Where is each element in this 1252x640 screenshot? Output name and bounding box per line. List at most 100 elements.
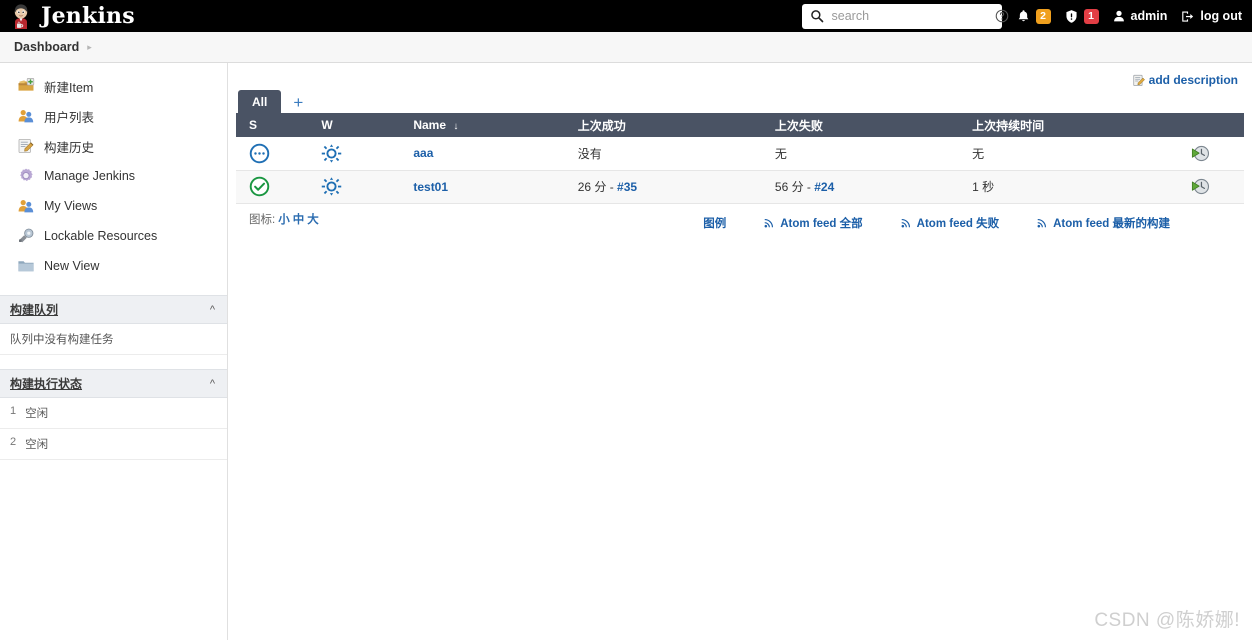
brand-title: Jenkins	[41, 3, 135, 29]
sidebar-item-lockable-resources[interactable]: Lockable Resources	[0, 221, 227, 251]
column-header-name-label: Name	[413, 118, 447, 132]
rss-icon	[901, 217, 912, 228]
column-header-last-success[interactable]: 上次成功	[564, 113, 762, 137]
sidebar-item-new-item[interactable]: 新建Item	[0, 71, 227, 101]
view-tabs: All +	[236, 89, 1244, 113]
column-header-name[interactable]: Name ↓	[400, 113, 565, 137]
executor-row[interactable]: 2 空闲	[0, 429, 227, 460]
help-circle-icon[interactable]	[995, 9, 1009, 23]
sidebar-item-label: New View	[44, 259, 100, 273]
search-box[interactable]	[801, 3, 1008, 29]
chevron-up-icon[interactable]: ^	[210, 378, 215, 390]
add-view-tab-button[interactable]: +	[281, 93, 313, 113]
icon-size-label: 图标:	[249, 213, 276, 226]
atom-feed-failed-link[interactable]: Atom feed 失败	[901, 215, 999, 231]
table-header-row: S W Name ↓ 上次成功 上次失败 上次持续时间	[236, 113, 1244, 137]
last-failure-build-link[interactable]: #24	[814, 180, 834, 194]
edit-note-icon	[1133, 74, 1146, 87]
shield-alert-icon[interactable]	[1064, 9, 1079, 24]
rss-icon	[1037, 217, 1048, 228]
logout-button[interactable]: log out	[1180, 9, 1242, 24]
executor-row[interactable]: 1 空闲	[0, 398, 227, 429]
jenkins-butler-logo-icon	[8, 3, 34, 29]
executor-number: 1	[10, 405, 17, 417]
legend-link[interactable]: 图例	[703, 215, 726, 231]
last-success-build-link[interactable]: #35	[617, 180, 637, 194]
column-header-weather[interactable]: W	[308, 113, 401, 137]
status-pending-icon[interactable]	[249, 143, 308, 164]
sidebar-item-label: Lockable Resources	[44, 229, 158, 243]
column-header-last-duration[interactable]: 上次持续时间	[959, 113, 1157, 137]
notifications-group[interactable]: 2	[1016, 8, 1051, 24]
sort-descending-icon: ↓	[453, 121, 459, 132]
cell-name: test01	[400, 170, 565, 204]
status-success-icon[interactable]	[249, 176, 308, 197]
tab-all[interactable]: All	[238, 90, 282, 113]
weather-sunny-icon[interactable]	[321, 143, 400, 164]
jenkins-brand-link[interactable]: Jenkins	[8, 3, 135, 29]
chevron-right-icon[interactable]: ▸	[87, 42, 92, 53]
atom-feed-latest-link[interactable]: Atom feed 最新的构建	[1037, 215, 1170, 231]
schedule-build-icon[interactable]	[1156, 144, 1244, 163]
job-link[interactable]: test01	[413, 180, 448, 194]
build-queue-header[interactable]: 构建队列 ^	[0, 295, 227, 324]
build-queue-title[interactable]: 构建队列	[10, 301, 58, 318]
user-menu-admin[interactable]: admin	[1112, 9, 1167, 23]
cell-actions	[1156, 170, 1244, 204]
last-failure-text: 56 分 -	[774, 180, 815, 194]
rss-icon	[764, 217, 775, 228]
main-content: add description All + S W Name ↓ 上次成功 上次…	[228, 63, 1252, 640]
weather-sunny-icon[interactable]	[321, 176, 400, 197]
security-warnings-group[interactable]: 1	[1064, 8, 1099, 24]
people-icon	[17, 107, 35, 125]
build-executor-title[interactable]: 构建执行状态	[10, 375, 82, 392]
icon-size-medium[interactable]: 中	[293, 214, 305, 226]
cell-last-duration: 无	[959, 137, 1157, 171]
sidebar-item-build-history[interactable]: 构建历史	[0, 131, 227, 161]
build-executor-header[interactable]: 构建执行状态 ^	[0, 369, 227, 398]
sidebar-item-manage-jenkins[interactable]: Manage Jenkins	[0, 161, 227, 191]
search-icon	[810, 9, 824, 23]
search-input[interactable]	[829, 8, 995, 24]
atom-feed-all-link[interactable]: Atom feed 全部	[764, 215, 863, 231]
breadcrumb: Dashboard ▸	[0, 32, 1252, 63]
sidebar: 新建Item 用户列表 构建历史 Manage Jenkins My Views…	[0, 63, 228, 640]
cell-weather	[308, 137, 401, 171]
logout-label: log out	[1200, 9, 1242, 23]
security-count-badge[interactable]: 1	[1083, 8, 1099, 24]
chevron-up-icon[interactable]: ^	[210, 304, 215, 316]
schedule-build-icon[interactable]	[1156, 177, 1244, 196]
new-item-icon	[17, 77, 35, 95]
page-body: 新建Item 用户列表 构建历史 Manage Jenkins My Views…	[0, 63, 1252, 640]
add-description-button[interactable]: add description	[1133, 71, 1238, 89]
sidebar-item-my-views[interactable]: My Views	[0, 191, 227, 221]
person-icon	[1112, 9, 1126, 23]
atom-feed-latest-label: Atom feed 最新的构建	[1053, 217, 1170, 230]
column-header-last-failure[interactable]: 上次失败	[761, 113, 960, 137]
icon-size-large[interactable]: 大	[307, 214, 319, 226]
watermark: CSDN @陈娇娜!	[1094, 610, 1240, 631]
executor-number: 2	[10, 436, 17, 448]
cell-weather	[308, 170, 401, 204]
build-queue-panel: 构建队列 ^ 队列中没有构建任务	[0, 295, 227, 355]
job-link[interactable]: aaa	[413, 146, 433, 160]
column-header-actions	[1156, 113, 1244, 137]
top-navigation-bar: Jenkins search 2 1 admin log out	[0, 0, 1252, 32]
cell-actions	[1156, 137, 1244, 171]
icon-size-small[interactable]: 小	[278, 214, 290, 226]
breadcrumb-item-dashboard[interactable]: Dashboard	[14, 40, 79, 54]
sidebar-item-users[interactable]: 用户列表	[0, 101, 227, 131]
last-duration-text: 无	[972, 146, 985, 161]
notification-count-badge[interactable]: 2	[1035, 8, 1051, 24]
sidebar-item-new-view[interactable]: New View	[0, 251, 227, 281]
build-queue-empty-text: 队列中没有构建任务	[0, 324, 227, 355]
legend-label: 图例	[703, 217, 727, 230]
atom-feed-failed-label: Atom feed 失败	[916, 217, 1000, 230]
jobs-table-head: S W Name ↓ 上次成功 上次失败 上次持续时间	[236, 113, 1244, 137]
add-description-row: add description	[236, 63, 1244, 89]
column-header-status[interactable]: S	[236, 113, 309, 137]
lock-resource-icon	[17, 227, 35, 245]
table-row: aaa 没有 无 无	[236, 137, 1244, 171]
bell-icon[interactable]	[1016, 9, 1031, 24]
executor-status: 空闲	[25, 408, 49, 420]
